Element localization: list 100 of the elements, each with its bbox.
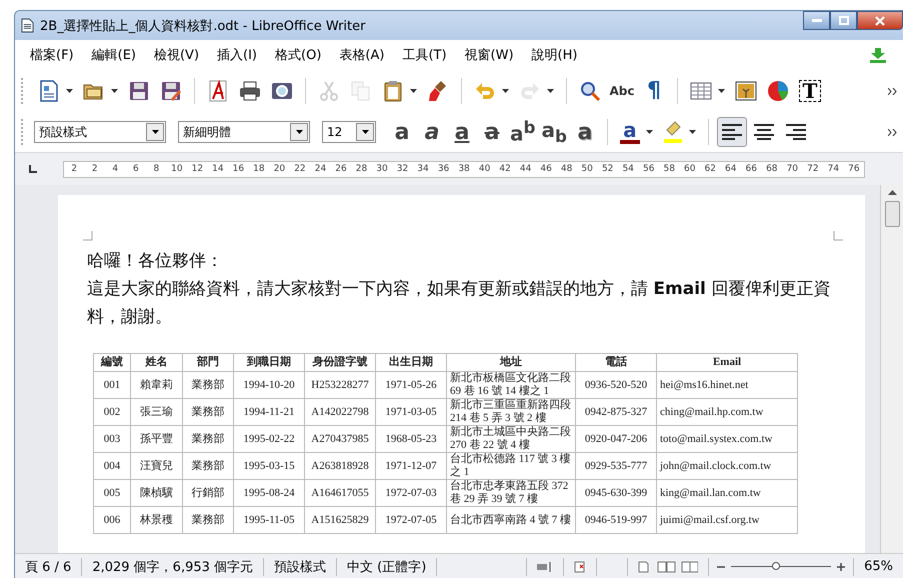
ruler-label: 70: [786, 164, 800, 174]
table-cell: 1995-11-05: [234, 506, 304, 534]
align-left-icon: [722, 124, 742, 140]
table-cell: ching@mail.hp.com.tw: [656, 398, 798, 426]
table-cell: juimi@mail.csf.org.tw: [656, 506, 798, 534]
table-cell: 0936-520-520: [576, 372, 656, 398]
ruler-label: 28: [354, 164, 368, 174]
printer-icon: [238, 79, 262, 103]
format-button[interactable]: a: [570, 117, 599, 147]
table-cell: A270437985: [304, 426, 376, 452]
ruler-label: 6: [132, 164, 140, 174]
format-button[interactable]: a$_{b}$: [539, 117, 569, 147]
table-cell: 1995-03-15: [234, 452, 304, 480]
font-name-dropdown[interactable]: 新細明體: [178, 121, 310, 143]
menu-item[interactable]: 視窗(W): [456, 46, 523, 64]
table-header-cell: 身份證字號: [304, 354, 376, 372]
ruler-label: 72: [806, 164, 820, 174]
ruler-label: 60: [683, 164, 696, 174]
table-cell: 1972-07-03: [376, 480, 446, 506]
table-cell: 1994-11-21: [234, 398, 304, 426]
highlighter-icon: [662, 120, 684, 144]
ruler-label: 48: [560, 164, 574, 174]
menu-item[interactable]: 編輯(E): [82, 46, 145, 64]
paragraph-style-dropdown[interactable]: 預設樣式: [34, 121, 166, 143]
language-text: 中文 (正體字): [337, 558, 438, 576]
zoom-percent-text: 65%: [863, 558, 894, 576]
font-size-dropdown[interactable]: 12: [322, 121, 376, 143]
close-button[interactable]: [857, 11, 903, 30]
table-cell: 002: [94, 398, 130, 426]
table-cell: 業務部: [182, 372, 234, 398]
paragraph-text: 這是大家的聯絡資料，請大家核對一下內容，如果有更新或錯誤的地方，請 Email 回覆俾利更正資料，謝謝。: [87, 278, 832, 329]
table-header-cell: Email: [656, 354, 798, 372]
ruler-label: 38: [457, 164, 471, 174]
maximize-button[interactable]: [830, 11, 857, 30]
table-cell: 賴韋莉: [130, 372, 182, 398]
ruler-label: 56: [642, 164, 656, 174]
table-cell: 汪寶兒: [130, 452, 182, 480]
document-modified-icon[interactable]: [574, 560, 586, 572]
tab-stop-icon[interactable]: [29, 165, 37, 173]
menu-item[interactable]: 工具(T): [393, 46, 456, 64]
menu-item[interactable]: 格式(O): [266, 46, 330, 64]
format-button[interactable]: a: [418, 117, 446, 147]
table-cell: 1995-02-22: [234, 426, 304, 452]
format-button[interactable]: a: [448, 117, 476, 147]
table-cell: 1968-05-23: [376, 426, 446, 452]
caret-icon[interactable]: [502, 89, 509, 93]
ruler-label: 36: [436, 164, 450, 174]
caret-icon[interactable]: [718, 89, 725, 93]
menu-item[interactable]: 表格(A): [330, 46, 394, 64]
table-header-cell: 電話: [576, 354, 656, 372]
zoom-in-icon[interactable]: [837, 562, 846, 570]
caret-icon[interactable]: [688, 130, 696, 134]
table-cell: A164617055: [304, 480, 376, 506]
align-button[interactable]: [716, 117, 747, 147]
word-count-text: 2,029 個字，6,953 個字元: [82, 558, 264, 576]
download-icon[interactable]: [869, 47, 887, 63]
menu-item[interactable]: 說明(H): [522, 46, 586, 64]
scrollbar-thumb[interactable]: [884, 201, 900, 227]
page-style-text: 預設樣式: [264, 558, 338, 576]
ruler-label: 18: [252, 164, 266, 174]
toolbar-button[interactable]: Abc: [607, 76, 637, 106]
chevron-icon[interactable]: [888, 88, 897, 94]
caret-icon[interactable]: [410, 89, 417, 93]
ruler-label: 10: [170, 164, 184, 174]
format-button[interactable]: a: [616, 117, 644, 147]
ruler-label: 66: [744, 164, 758, 174]
table-cell: 台北市西寧南路 4 號 7 樓: [446, 506, 576, 534]
caret-icon[interactable]: [111, 89, 118, 93]
table-cell: 1971-03-05: [376, 398, 446, 426]
zoom-slider-thumb[interactable]: [772, 562, 780, 570]
caret-icon: [362, 130, 368, 134]
greeting-text: 哈囉！各位夥伴：: [87, 250, 224, 273]
insert-mode-icon[interactable]: [537, 562, 554, 572]
format-button[interactable]: a: [388, 117, 416, 147]
table-cell: 業務部: [182, 426, 234, 452]
table-cell: 陳楨驥: [130, 480, 182, 506]
horizontal-ruler[interactable]: 2 2 4 6 8 10 12 14 16 18 20 22 24 26 28 30 32 34 36 38 40 42 44 46 48 50 52 54 56 58 60 62 64 66 68 70 72 74 76: [63, 160, 865, 178]
ruler-label: 14: [211, 164, 225, 174]
vertical-scrollbar[interactable]: [880, 185, 903, 553]
table-cell: 孫平豐: [130, 426, 182, 452]
format-button[interactable]: a: [478, 117, 506, 147]
ruler-label: 12: [190, 164, 204, 174]
menu-item[interactable]: 檔案(F): [21, 46, 83, 64]
table-cell: 0946-519-997: [576, 506, 656, 534]
table-cell: 001: [94, 372, 130, 398]
table-cell: king@mail.lan.com.tw: [656, 480, 798, 506]
scroll-up-icon[interactable]: [888, 190, 896, 195]
chevron-icon[interactable]: [888, 128, 897, 136]
caret-icon[interactable]: [66, 89, 73, 93]
page-view-icon[interactable]: [638, 560, 698, 572]
caret-icon: [152, 130, 158, 134]
menu-item[interactable]: 插入(I): [208, 46, 266, 64]
ruler-label: 62: [704, 164, 717, 174]
caret-icon[interactable]: [646, 130, 653, 134]
menu-item[interactable]: 檢視(V): [144, 46, 208, 64]
table-cell: 新北市板橋區文化路二段 69 巷 16 號 14 樓之 1: [446, 372, 576, 398]
format-button[interactable]: a$^{b}$: [508, 117, 538, 147]
ruler-label: 26: [334, 164, 348, 174]
toolbar-button[interactable]: ¶: [639, 76, 669, 106]
minimize-button[interactable]: [803, 11, 830, 30]
